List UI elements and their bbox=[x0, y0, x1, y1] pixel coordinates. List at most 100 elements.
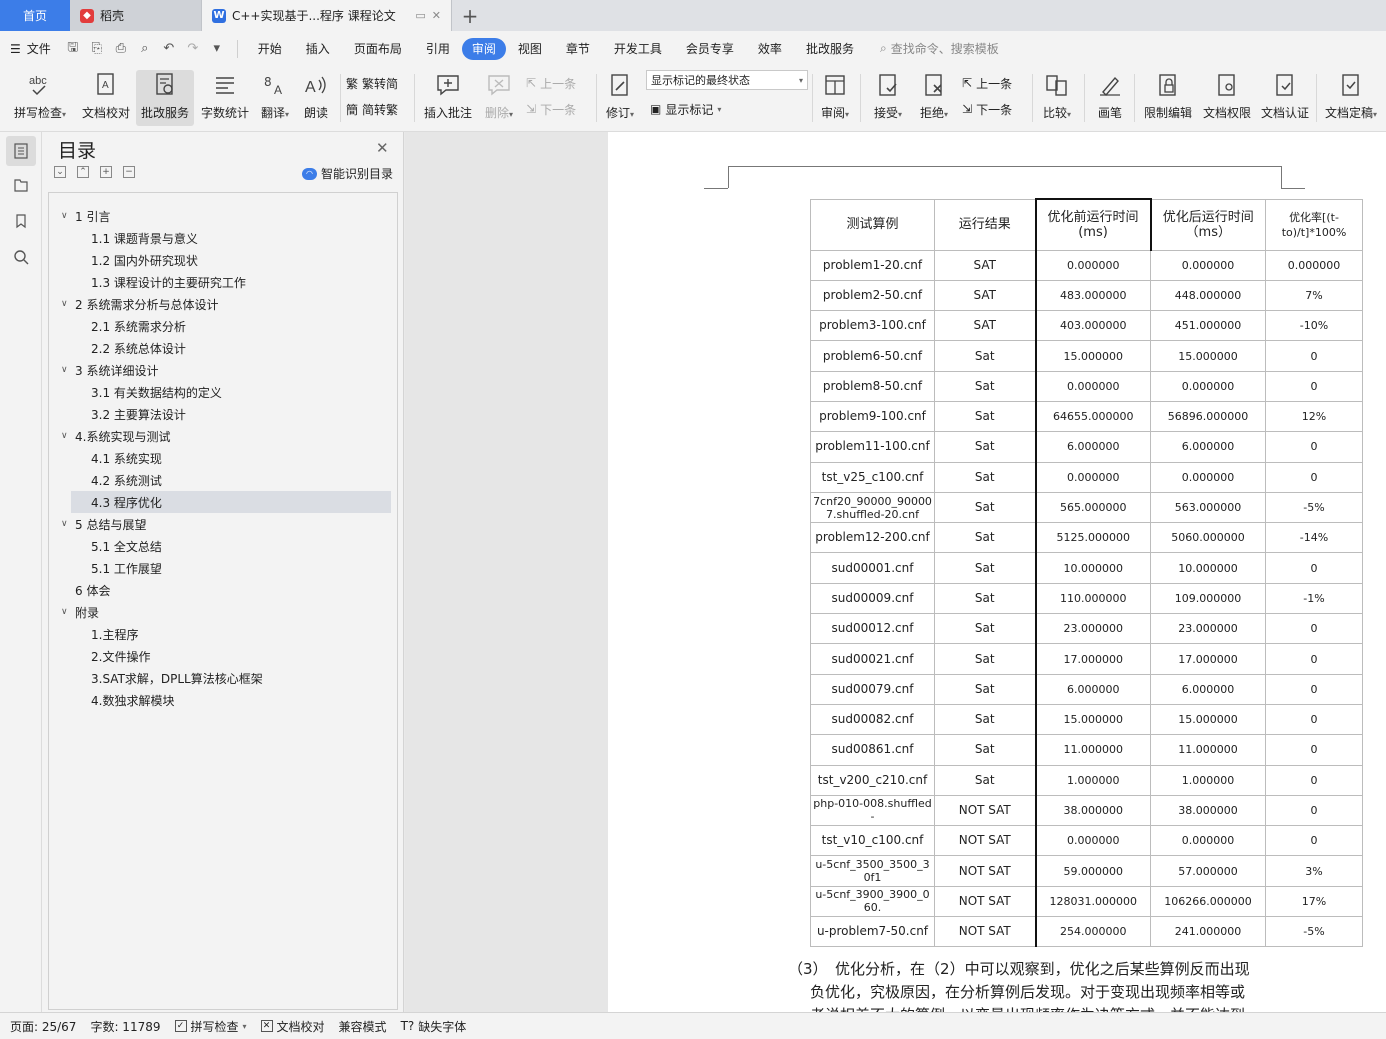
page-indicator[interactable]: 页面: 25/67 bbox=[10, 1018, 76, 1035]
menu-tab-9[interactable]: 效率 bbox=[746, 38, 794, 60]
insert-comment-button[interactable]: 插入批注 bbox=[420, 70, 476, 126]
markup-state-select[interactable]: 显示标记的最终状态 ▾ bbox=[646, 70, 808, 90]
file-menu[interactable]: ☰ 文件 bbox=[10, 40, 51, 57]
translate-button[interactable]: 8A 翻译▾ bbox=[256, 70, 294, 126]
toc-item[interactable]: ∨ 4.系统实现与测试 bbox=[49, 425, 397, 447]
menu-tab-3[interactable]: 引用 bbox=[414, 38, 462, 60]
menu-tab-8[interactable]: 会员专享 bbox=[674, 38, 746, 60]
reject-button[interactable]: 拒绝▾ bbox=[914, 70, 954, 126]
trad-to-simp-button[interactable]: 繁繁转简 bbox=[346, 72, 398, 94]
proofread-button[interactable]: A 文档校对 bbox=[78, 70, 134, 126]
print-icon[interactable]: ⎙ bbox=[109, 37, 133, 61]
toc-item[interactable]: ∨ 1 引言 bbox=[49, 205, 397, 227]
doc-cert-button[interactable]: 文档认证 bbox=[1258, 70, 1312, 126]
menu-tab-5[interactable]: 视图 bbox=[506, 38, 554, 60]
doc-final-button[interactable]: 文档定稿▾ bbox=[1320, 70, 1382, 126]
pen-button[interactable]: 画笔 bbox=[1090, 70, 1130, 126]
toc-item[interactable]: 1.3 课程设计的主要研究工作 bbox=[49, 271, 397, 293]
save-icon[interactable]: 🖫 bbox=[61, 37, 85, 61]
read-aloud-button[interactable]: A 朗读 bbox=[298, 70, 334, 126]
menu-tab-7[interactable]: 开发工具 bbox=[602, 38, 674, 60]
word-count-button[interactable]: 字数统计 bbox=[198, 70, 252, 126]
export-pdf-icon[interactable]: ⎘ bbox=[85, 37, 109, 61]
command-search[interactable]: ⌕ 查找命令、搜索模板 bbox=[880, 40, 999, 57]
word-count-indicator[interactable]: 字数: 11789 bbox=[90, 1018, 160, 1035]
customize-icon[interactable]: ▾ bbox=[205, 37, 229, 61]
prev-change-button[interactable]: ⇱ 上一条 bbox=[962, 72, 1012, 94]
undo-icon[interactable]: ↶ bbox=[157, 37, 181, 61]
toc-item[interactable]: ∨ 5 总结与展望 bbox=[49, 513, 397, 535]
word-count-icon bbox=[212, 70, 238, 100]
add-level-icon[interactable]: + bbox=[100, 166, 112, 178]
toc-item[interactable]: 3.1 有关数据结构的定义 bbox=[49, 381, 397, 403]
toc-item[interactable]: ∨ 2 系统需求分析与总体设计 bbox=[49, 293, 397, 315]
remove-level-icon[interactable]: − bbox=[123, 166, 135, 178]
compat-mode-status[interactable]: 兼容模式 bbox=[339, 1018, 387, 1035]
expand-up-icon[interactable]: ⌃ bbox=[77, 166, 89, 178]
toc-item[interactable]: 4.2 系统测试 bbox=[49, 469, 397, 491]
collapse-all-icon[interactable]: ⌄ bbox=[54, 166, 66, 178]
next-comment-button[interactable]: ⇲ 下一条 bbox=[526, 98, 576, 120]
chevron-down-icon[interactable]: ∨ bbox=[61, 365, 75, 375]
menu-tab-1[interactable]: 插入 bbox=[294, 38, 342, 60]
toc-panel-button[interactable] bbox=[6, 136, 36, 166]
review-service-button[interactable]: 批改服务 bbox=[136, 70, 194, 126]
chevron-down-icon[interactable]: ∨ bbox=[61, 607, 75, 617]
print-preview-icon[interactable]: ⌕ bbox=[133, 37, 157, 61]
find-button[interactable] bbox=[6, 242, 36, 272]
prev-comment-button[interactable]: ⇱ 上一条 bbox=[526, 72, 576, 94]
tab-document[interactable]: W C++实现基于...程序 课程论文 ▭ ✕ bbox=[202, 0, 452, 31]
accept-button[interactable]: 接受▾ bbox=[868, 70, 908, 126]
revise-button[interactable]: 修订▾ bbox=[600, 70, 640, 126]
toc-item[interactable]: ∨ 附录 bbox=[49, 601, 397, 623]
toc-item[interactable]: 1.2 国内外研究现状 bbox=[49, 249, 397, 271]
toc-item[interactable]: 4.数独求解模块 bbox=[49, 689, 397, 711]
menu-tab-2[interactable]: 页面布局 bbox=[342, 38, 414, 60]
smart-toc-button[interactable]: ◠ 智能识别目录 bbox=[302, 165, 393, 182]
toc-item[interactable]: ∨ 3 系统详细设计 bbox=[49, 359, 397, 381]
show-markup-button[interactable]: ▣ 显示标记 ▾ bbox=[650, 98, 721, 120]
toc-item[interactable]: 3.SAT求解，DPLL算法核心框架 bbox=[49, 667, 397, 689]
toc-item[interactable]: 4.1 系统实现 bbox=[49, 447, 397, 469]
chevron-down-icon[interactable]: ∨ bbox=[61, 299, 75, 309]
toc-item[interactable]: 5.1 全文总结 bbox=[49, 535, 397, 557]
toc-item[interactable]: 6 体会 bbox=[49, 579, 397, 601]
proofread-status[interactable]: ✕ 文档校对 bbox=[260, 1018, 325, 1035]
simp-to-trad-button[interactable]: 簡简转繁 bbox=[346, 98, 398, 120]
chevron-down-icon[interactable]: ∨ bbox=[61, 519, 75, 529]
toc-item[interactable]: 3.2 主要算法设计 bbox=[49, 403, 397, 425]
spell-check-status[interactable]: ✓ 拼写检查 ▾ bbox=[174, 1018, 247, 1035]
restrict-edit-button[interactable]: 限制编辑 bbox=[1140, 70, 1196, 126]
missing-font-status[interactable]: T? 缺失字体 bbox=[401, 1018, 467, 1035]
review-pane-button[interactable]: 审阅▾ bbox=[816, 70, 854, 126]
redo-icon[interactable]: ↷ bbox=[181, 37, 205, 61]
menu-tab-0[interactable]: 开始 bbox=[246, 38, 294, 60]
toc-item[interactable]: 2.1 系统需求分析 bbox=[49, 315, 397, 337]
close-icon[interactable]: ✕ bbox=[376, 139, 389, 157]
toc-item[interactable]: 1.主程序 bbox=[49, 623, 397, 645]
toc-item[interactable]: 1.1 课题背景与意义 bbox=[49, 227, 397, 249]
doc-permission-button[interactable]: 文档权限 bbox=[1200, 70, 1254, 126]
delete-comment-button[interactable]: 删除▾ bbox=[478, 70, 520, 126]
chevron-down-icon[interactable]: ∨ bbox=[61, 211, 75, 221]
toc-item[interactable]: 2.2 系统总体设计 bbox=[49, 337, 397, 359]
table-cell: 1.000000 bbox=[1035, 764, 1151, 796]
close-icon[interactable]: ✕ bbox=[432, 9, 441, 22]
chevron-down-icon[interactable]: ∨ bbox=[61, 431, 75, 441]
tab-home[interactable]: 首页 bbox=[0, 0, 70, 31]
bookmark-button[interactable] bbox=[6, 206, 36, 236]
new-tab-button[interactable]: + bbox=[452, 0, 488, 31]
toc-item[interactable]: 4.3 程序优化 bbox=[49, 491, 397, 513]
menu-tab-4[interactable]: 审阅 bbox=[461, 37, 506, 60]
chapter-nav-button[interactable] bbox=[6, 170, 36, 200]
certificate-icon bbox=[1272, 70, 1298, 100]
toc-item[interactable]: 2.文件操作 bbox=[49, 645, 397, 667]
next-change-button[interactable]: ⇲ 下一条 bbox=[962, 98, 1012, 120]
menu-tab-6[interactable]: 章节 bbox=[554, 38, 602, 60]
window-restore-icon[interactable]: ▭ bbox=[415, 9, 425, 22]
spell-check-button[interactable]: abc 拼写检查▾ bbox=[8, 70, 72, 126]
menu-tab-10[interactable]: 批改服务 bbox=[794, 38, 866, 60]
toc-item[interactable]: 5.1 工作展望 bbox=[49, 557, 397, 579]
compare-button[interactable]: 比较▾ bbox=[1036, 70, 1078, 126]
tab-daoke[interactable]: ◆ 稻壳 bbox=[70, 0, 202, 31]
